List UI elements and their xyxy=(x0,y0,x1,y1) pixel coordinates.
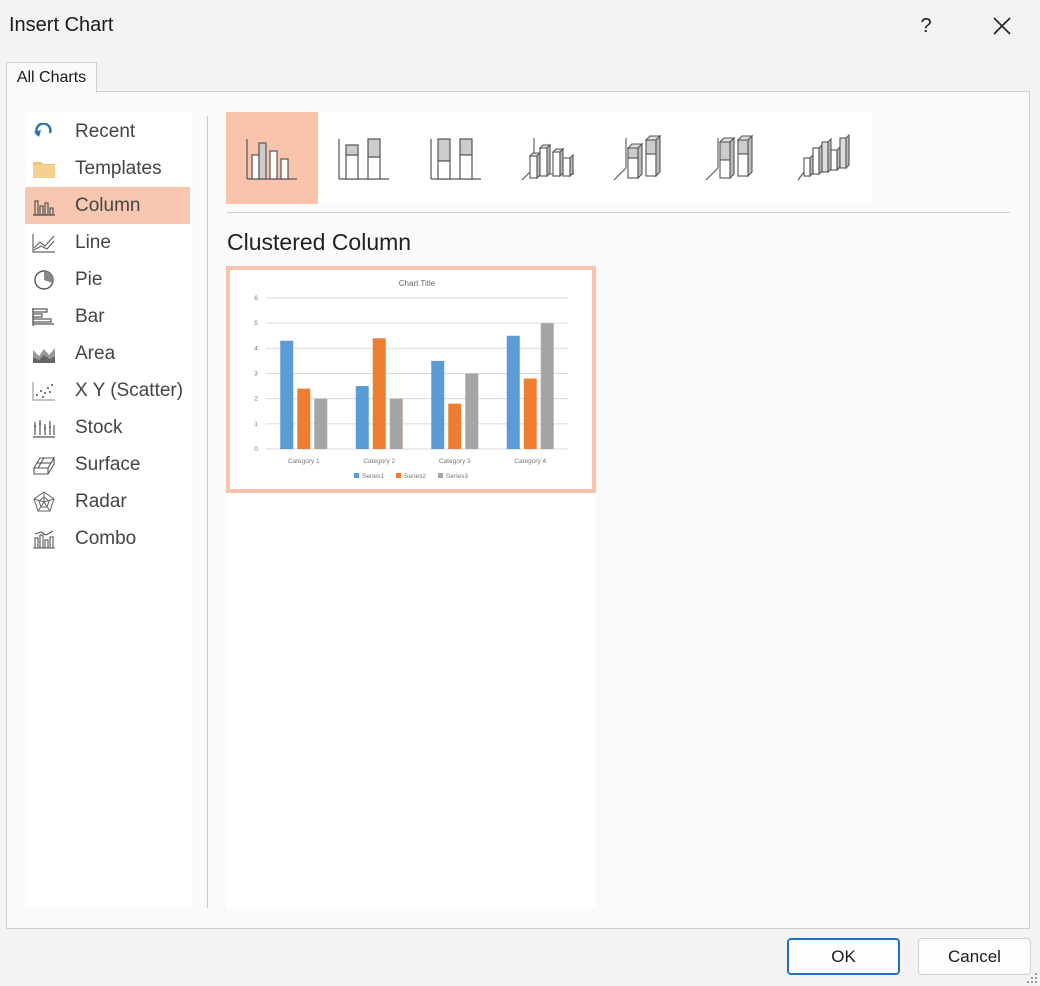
stacked-column-icon xyxy=(338,138,389,180)
stock-chart-icon xyxy=(31,417,57,439)
x-tick-label: Category 3 xyxy=(439,458,471,465)
subtype-stacked-column[interactable] xyxy=(318,112,410,204)
category-label: Column xyxy=(75,194,141,216)
chart-title: Chart Title xyxy=(399,279,436,288)
3d-stacked-column-icon xyxy=(613,134,662,181)
category-recent[interactable]: Recent xyxy=(25,113,190,150)
y-tick-label: 6 xyxy=(254,295,258,302)
y-tick-label: 1 xyxy=(254,421,258,428)
surface-chart-icon xyxy=(31,454,57,476)
category-surface[interactable]: Surface xyxy=(25,446,190,483)
category-column[interactable]: Column xyxy=(25,187,190,224)
help-button[interactable]: ? xyxy=(906,8,946,44)
subtype-clustered-column[interactable] xyxy=(226,112,318,204)
resize-grip-icon[interactable] xyxy=(1026,972,1038,984)
3d-column-icon xyxy=(797,134,850,181)
y-tick-label: 5 xyxy=(254,320,258,327)
100-stacked-column-icon xyxy=(430,138,481,180)
chart-bar xyxy=(448,403,462,449)
x-tick-label: Category 2 xyxy=(363,458,395,465)
recent-icon xyxy=(31,121,57,143)
category-pie[interactable]: Pie xyxy=(25,261,190,298)
close-button[interactable] xyxy=(982,8,1022,44)
category-scatter[interactable]: X Y (Scatter) xyxy=(25,372,190,409)
chart-bar xyxy=(280,340,294,449)
category-bar[interactable]: Bar xyxy=(25,298,190,335)
category-label: X Y (Scatter) xyxy=(75,379,184,401)
dialog-title: Insert Chart xyxy=(9,14,114,36)
help-icon: ? xyxy=(920,14,932,37)
subtype-3d-100-stacked-column[interactable] xyxy=(686,112,778,204)
line-chart-icon xyxy=(31,232,57,254)
category-label: Line xyxy=(75,231,111,253)
3d-clustered-column-icon xyxy=(521,138,574,181)
tab-all-charts[interactable]: All Charts xyxy=(6,62,97,93)
ok-button[interactable]: OK xyxy=(787,938,900,975)
category-label: Radar xyxy=(75,490,127,512)
chart-bar xyxy=(431,360,445,449)
category-label: Stock xyxy=(75,416,123,438)
chart-bar xyxy=(297,388,311,449)
chart-svg: Chart Title 0 1 2 3 4 5 6 Category 1 Category 2 Ca… xyxy=(254,279,568,480)
subtype-3d-clustered-column[interactable] xyxy=(502,112,594,204)
category-label: Bar xyxy=(75,305,105,327)
legend-label: Series2 xyxy=(404,473,426,480)
y-tick-label: 3 xyxy=(254,371,258,378)
chart-bar xyxy=(540,323,554,449)
category-line[interactable]: Line xyxy=(25,224,190,261)
chart-bar xyxy=(523,378,537,449)
legend-swatch xyxy=(438,473,443,478)
chart-bar xyxy=(389,398,403,449)
scatter-chart-icon xyxy=(31,380,57,402)
dialog-titlebar: Insert Chart ? xyxy=(0,0,1040,54)
bar-chart-icon xyxy=(31,306,57,328)
subtype-3d-column[interactable] xyxy=(778,112,870,204)
close-icon xyxy=(993,17,1011,35)
chart-bar xyxy=(314,398,328,449)
cancel-button[interactable]: Cancel xyxy=(918,938,1031,975)
chart-preview[interactable]: Chart Title 0 1 2 3 4 5 6 Category 1 Category 2 Ca… xyxy=(226,266,596,493)
clustered-column-icon xyxy=(246,139,297,180)
category-label: Surface xyxy=(75,453,141,475)
x-tick-label: Category 4 xyxy=(514,458,546,465)
category-label: Templates xyxy=(75,157,162,179)
folder-icon xyxy=(31,158,57,180)
column-chart-icon xyxy=(31,195,57,217)
pie-chart-icon xyxy=(31,269,57,291)
legend-swatch xyxy=(396,473,401,478)
chart-category-list: Recent Templates Column Line Pie Bar Are… xyxy=(25,112,192,908)
category-radar[interactable]: Radar xyxy=(25,483,190,520)
category-templates[interactable]: Templates xyxy=(25,150,190,187)
chart-bar xyxy=(372,338,386,449)
y-tick-label: 2 xyxy=(254,396,258,403)
subtype-divider xyxy=(227,212,1010,213)
y-tick-label: 4 xyxy=(254,345,258,352)
area-chart-icon xyxy=(31,343,57,365)
radar-chart-icon xyxy=(31,490,57,513)
pane-divider xyxy=(207,116,208,908)
category-area[interactable]: Area xyxy=(25,335,190,372)
chart-bar xyxy=(506,335,520,449)
category-label: Recent xyxy=(75,120,136,142)
combo-chart-icon xyxy=(31,528,57,550)
subtype-100-stacked-column[interactable] xyxy=(410,112,502,204)
category-label: Combo xyxy=(75,527,137,549)
3d-100-stacked-column-icon xyxy=(705,134,754,181)
category-label: Pie xyxy=(75,268,103,290)
y-tick-label: 0 xyxy=(254,446,258,453)
subtype-3d-stacked-column[interactable] xyxy=(594,112,686,204)
chart-subtype-bar xyxy=(226,112,872,204)
category-stock[interactable]: Stock xyxy=(25,409,190,446)
x-tick-label: Category 1 xyxy=(288,458,320,465)
category-label: Area xyxy=(75,342,116,364)
legend-label: Series3 xyxy=(446,473,468,480)
subtype-title: Clustered Column xyxy=(227,229,412,255)
legend-label: Series1 xyxy=(362,473,384,480)
chart-bar xyxy=(465,373,479,449)
category-combo[interactable]: Combo xyxy=(25,520,190,557)
chart-bar xyxy=(355,386,369,449)
legend-swatch xyxy=(354,473,359,478)
